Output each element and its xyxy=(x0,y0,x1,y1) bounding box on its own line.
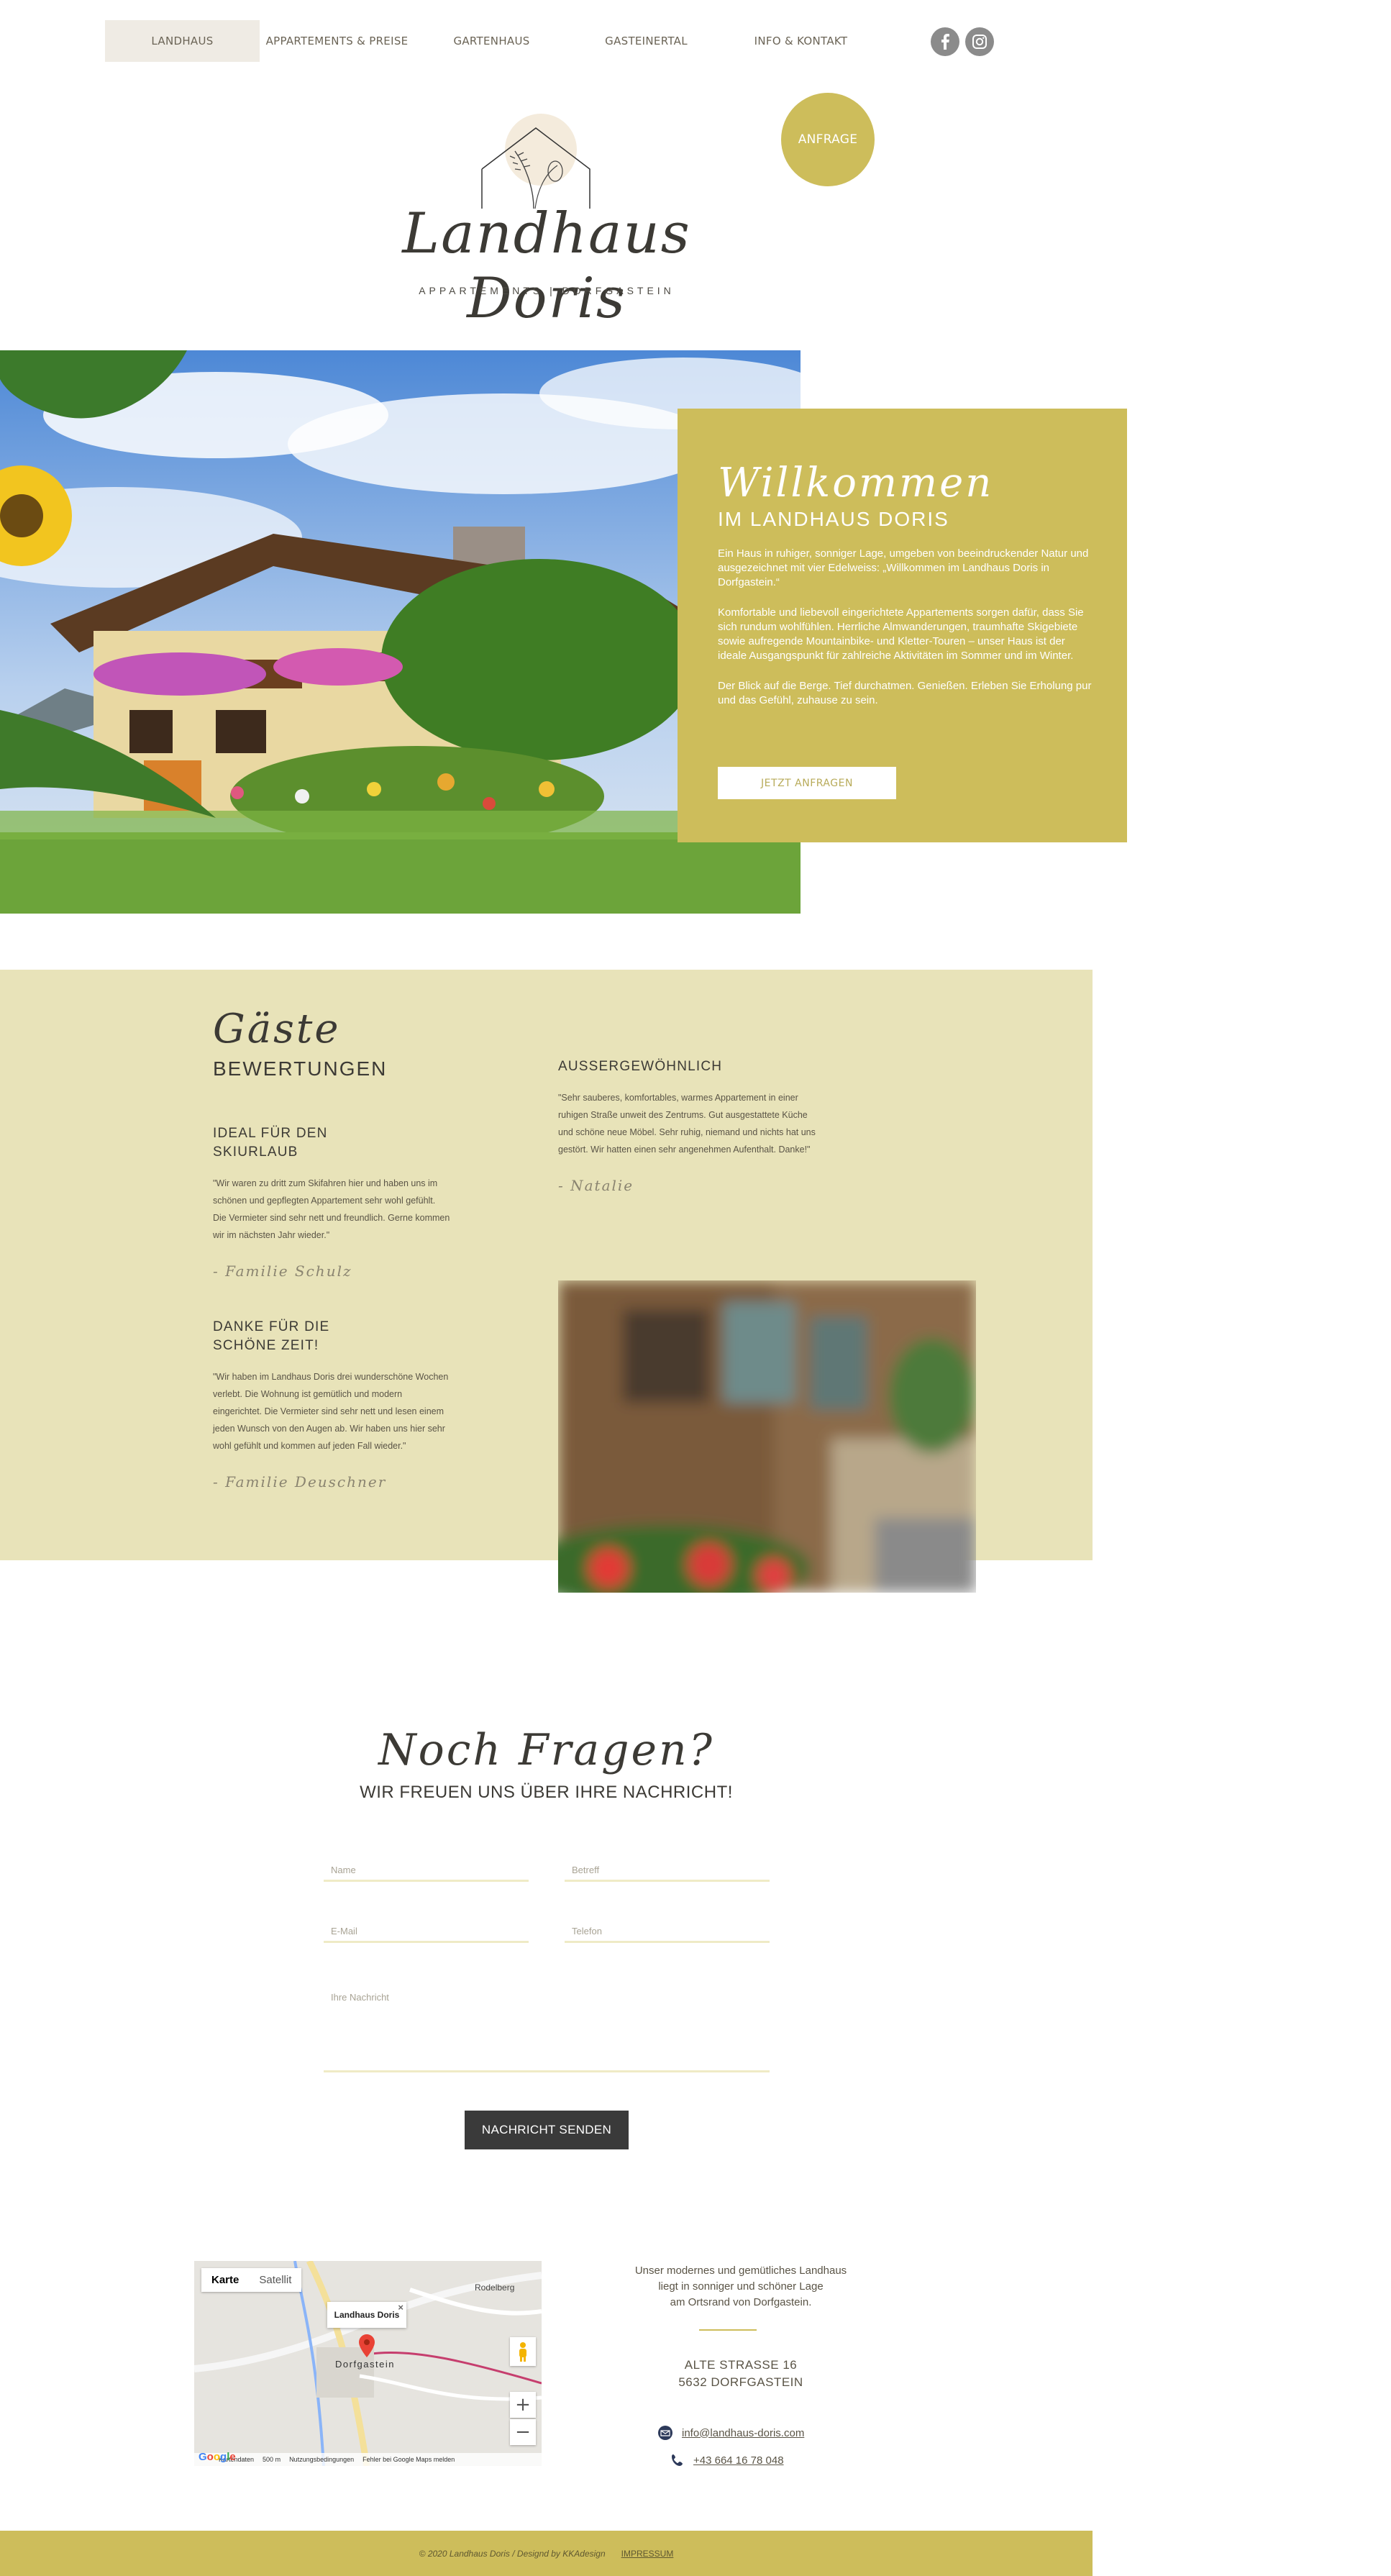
map-footer-item: 500 m xyxy=(263,2456,281,2463)
nav-item-landhaus[interactable]: LANDHAUS xyxy=(105,20,260,62)
welcome-paragraph-3: Der Blick auf die Berge. Tief durchatmen… xyxy=(718,680,1092,706)
email-text[interactable]: info@landhaus-doris.com xyxy=(682,2427,804,2439)
instagram-icon[interactable] xyxy=(965,27,994,56)
review-card: DANKE FÜR DIE SCHÖNE ZEIT! "Wir haben im… xyxy=(213,1318,450,1490)
review-card: AUSSERGEWÖHNLICH "Sehr sauberes, komfort… xyxy=(558,1057,817,1194)
welcome-script-title: Willkommen xyxy=(718,460,994,506)
wood-house-photo xyxy=(558,1280,976,1593)
jetzt-anfragen-button[interactable]: JETZT ANFRAGEN xyxy=(718,767,896,799)
main-nav: LANDHAUS APPARTEMENTS & PREISE GARTENHAU… xyxy=(105,20,878,62)
review-signature: - Familie Schulz xyxy=(213,1262,352,1280)
mail-icon xyxy=(658,2426,672,2440)
nav-item-appartements[interactable]: APPARTEMENTS & PREISE xyxy=(260,20,414,62)
map-tab-satellit[interactable]: Satellit xyxy=(249,2268,301,2292)
map-type-tabs: Karte Satellit xyxy=(201,2268,302,2292)
social-links xyxy=(931,27,994,56)
logo-house-icon xyxy=(481,114,590,209)
copyright-text: © 2020 Landhaus Doris / Designd by KKAde… xyxy=(419,2548,606,2559)
map-pin-icon[interactable] xyxy=(359,2334,375,2357)
map-footer-item[interactable]: Nutzungsbedingungen xyxy=(289,2456,354,2463)
map-info-title: Landhaus Doris xyxy=(334,2310,400,2320)
review-text: "Sehr sauberes, komfortables, warmes App… xyxy=(558,1093,816,1155)
logo-subtitle: APPARTEMENTS | DORFGASTEIN xyxy=(419,285,675,296)
name-field[interactable]: Name xyxy=(324,1852,529,1882)
map-place-label: Dorfgastein xyxy=(335,2359,395,2370)
review-heading: DANKE FÜR DIE SCHÖNE ZEIT! xyxy=(213,1319,330,1353)
review-signature: - Familie Deuschner xyxy=(213,1473,387,1490)
welcome-subtitle: IM LANDHAUS DORIS xyxy=(718,508,949,530)
address-street: ALTE STRASSE 16 xyxy=(684,2358,798,2372)
contact-script-title: Noch Fragen? xyxy=(378,1725,714,1775)
address-intro: Unser modernes und gemütliches Landhaus … xyxy=(604,2263,877,2311)
address-city: 5632 DORFGASTEIN xyxy=(678,2375,803,2389)
welcome-paragraph-2: Komfortable und liebevoll eingerichtete … xyxy=(718,606,1084,662)
divider xyxy=(699,2329,757,2331)
logo-script-text: Landhaus Doris xyxy=(402,201,691,331)
review-text: "Wir haben im Landhaus Doris drei wunder… xyxy=(213,1372,449,1451)
email-field[interactable]: E-Mail xyxy=(324,1913,529,1943)
welcome-paragraph-1: Ein Haus in ruhiger, sonniger Lage, umge… xyxy=(718,547,1089,588)
phone-link[interactable]: +43 664 16 78 048 xyxy=(670,2453,784,2467)
address-intro-line: am Ortsrand von Dorfgastein. xyxy=(670,2296,812,2308)
google-map[interactable]: Karte Satellit Rodelberg Landhaus Doris … xyxy=(194,2261,542,2466)
map-town-label: Rodelberg xyxy=(475,2283,515,2293)
review-signature: - Natalie xyxy=(558,1177,634,1194)
pegman-icon[interactable] xyxy=(510,2337,536,2366)
phone-field[interactable]: Telefon xyxy=(565,1913,770,1943)
review-heading: IDEAL FÜR DEN SKIURLAUB xyxy=(213,1126,328,1160)
nav-item-gartenhaus[interactable]: GARTENHAUS xyxy=(414,20,569,62)
phone-icon xyxy=(672,2454,683,2466)
address-block: ALTE STRASSE 16 5632 DORFGASTEIN xyxy=(604,2357,877,2391)
address-intro-line: Unser modernes und gemütliches Landhaus xyxy=(634,2265,847,2277)
anfrage-button[interactable]: ANFRAGE xyxy=(781,93,875,186)
message-field[interactable]: Ihre Nachricht xyxy=(324,1975,770,2072)
subject-field[interactable]: Betreff xyxy=(565,1852,770,1882)
nav-item-gasteinertal[interactable]: GASTEINERTAL xyxy=(569,20,724,62)
footer: © 2020 Landhaus Doris / Designd by KKAde… xyxy=(0,2531,1093,2576)
google-logo: Google xyxy=(199,2451,236,2463)
logo[interactable]: Landhaus Doris APPARTEMENTS | DORFGASTEI… xyxy=(345,108,748,331)
email-link[interactable]: info@landhaus-doris.com xyxy=(657,2426,804,2440)
map-footer: Kartendaten 500 m Nutzungsbedingungen Fe… xyxy=(194,2453,542,2466)
zoom-in-button[interactable]: + xyxy=(510,2392,536,2418)
reviews-script-title: Gäste xyxy=(213,1006,341,1052)
nav-item-info-kontakt[interactable]: INFO & KONTAKT xyxy=(724,20,878,62)
map-footer-item[interactable]: Fehler bei Google Maps melden xyxy=(362,2456,455,2463)
send-message-button[interactable]: NACHRICHT SENDEN xyxy=(465,2111,629,2149)
map-info-window: Landhaus Doris × xyxy=(327,2302,406,2328)
review-card: IDEAL FÜR DEN SKIURLAUB "Wir waren zu dr… xyxy=(213,1124,450,1280)
review-text: "Wir waren zu dritt zum Skifahren hier u… xyxy=(213,1178,450,1240)
address-intro-line: liegt in sonniger und schöner Lage xyxy=(658,2280,824,2293)
facebook-icon[interactable] xyxy=(931,27,959,56)
close-icon[interactable]: × xyxy=(398,2302,403,2313)
zoom-out-button[interactable]: − xyxy=(510,2419,536,2445)
contact-subtitle: WIR FREUEN UNS ÜBER IHRE NACHRICHT! xyxy=(360,1783,733,1802)
welcome-panel: Willkommen IM LANDHAUS DORIS Ein Haus in… xyxy=(678,409,1127,842)
impressum-link[interactable]: IMPRESSUM xyxy=(621,2549,674,2559)
review-heading: AUSSERGEWÖHNLICH xyxy=(558,1059,723,1074)
phone-text[interactable]: +43 664 16 78 048 xyxy=(693,2454,784,2467)
reviews-title: BEWERTUNGEN xyxy=(213,1057,388,1080)
map-tab-karte[interactable]: Karte xyxy=(201,2268,249,2292)
